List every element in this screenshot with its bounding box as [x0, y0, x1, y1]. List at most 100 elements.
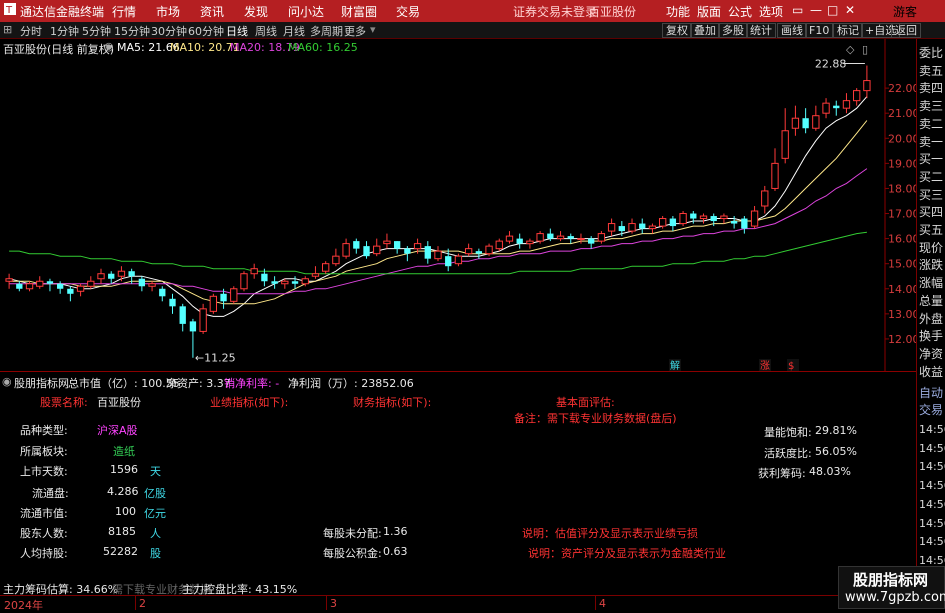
multi-stock-button[interactable]: 多股: [718, 23, 748, 38]
window-restore-icon[interactable]: —: [810, 3, 822, 17]
side-item[interactable]: 卖一: [919, 133, 943, 150]
side-item[interactable]: 涨幅: [919, 274, 943, 291]
mark-button[interactable]: 标记: [833, 23, 863, 38]
low-price-label: ←11.25: [195, 352, 236, 365]
tab-period-60m[interactable]: 60分钟: [188, 23, 224, 39]
side-item[interactable]: 换手: [919, 327, 943, 344]
tab-period-more[interactable]: 更多: [344, 23, 366, 39]
draw-line-button[interactable]: 画线: [777, 23, 807, 38]
candle-body: [230, 288, 238, 302]
tab-period-weekly[interactable]: 周线: [255, 23, 277, 39]
side-tab[interactable]: 自动: [919, 384, 943, 401]
side-item[interactable]: 外盘: [919, 310, 943, 327]
toolbar-collapse-icon[interactable]: ⊞: [3, 23, 12, 36]
watermark-url: www.7gpzb.com: [845, 590, 945, 605]
kline-chart[interactable]: 22.00 21.00 20.00 19.00 18.00 17.00 16.00 15.00…: [0, 39, 916, 371]
chart-settings-icon[interactable]: ◉: [104, 40, 114, 53]
side-tab[interactable]: 交易: [919, 401, 943, 418]
kline-chart-area[interactable]: 22.00 21.00 20.00 19.00 18.00 17.00 16.00 15.00…: [0, 39, 916, 371]
window-maximize-icon[interactable]: □: [827, 3, 838, 17]
time-tick: [595, 596, 596, 610]
side-item[interactable]: 总量: [919, 292, 943, 309]
back-button[interactable]: 返回: [891, 23, 921, 38]
chart-scale-icon[interactable]: ▯: [862, 43, 868, 56]
stats-button[interactable]: 统计: [746, 23, 776, 38]
fuquan-button[interactable]: 复权: [662, 23, 692, 38]
high-price-label: 22.88: [815, 58, 847, 71]
menu-news[interactable]: 资讯: [200, 3, 224, 20]
side-item[interactable]: 卖五: [919, 62, 943, 79]
menu-formula[interactable]: 公式: [728, 3, 752, 20]
mktcap-text: 总市值（亿）: 100.55: [68, 377, 180, 390]
tab-period-30m[interactable]: 30分钟: [151, 23, 187, 39]
side-item[interactable]: 买一: [919, 150, 943, 167]
candle-body: [750, 210, 759, 227]
candle-body: [261, 273, 268, 282]
tab-period-15m[interactable]: 15分钟: [114, 23, 150, 39]
side-item[interactable]: 买四: [919, 203, 943, 220]
tick-time: 14:56: [919, 516, 945, 530]
candle-body: [567, 236, 574, 239]
svg-text:T: T: [5, 5, 13, 16]
candle-body: [281, 280, 289, 285]
profit-chips-value: 48.03%: [809, 465, 851, 478]
candle-body: [220, 293, 227, 302]
side-item[interactable]: 卖二: [919, 115, 943, 132]
tab-period-multi[interactable]: 多周期: [310, 23, 343, 39]
listing-days-value: 1596: [110, 463, 138, 476]
candle-body: [301, 278, 309, 285]
guest-label[interactable]: 游客: [893, 3, 917, 20]
candle-body: [424, 246, 431, 259]
candle-body: [730, 221, 738, 224]
menu-trade[interactable]: 交易: [396, 3, 420, 20]
side-item[interactable]: 收益: [919, 363, 943, 380]
price-tick-label: 16.00: [888, 233, 916, 246]
tab-period-fenshi[interactable]: 分时: [20, 23, 42, 39]
tab-period-monthly[interactable]: 月线: [283, 23, 305, 39]
menu-market[interactable]: 市场: [156, 3, 180, 20]
candle-body: [710, 216, 717, 222]
chart-diamond-icon[interactable]: ◇: [846, 43, 854, 56]
f10-button[interactable]: F10: [805, 23, 834, 38]
candle-body: [353, 241, 360, 249]
menu-function[interactable]: 功能: [666, 3, 690, 20]
chart-header: 百亚股份(日线 前复权): [3, 43, 115, 56]
overlay-button[interactable]: 叠加: [690, 23, 720, 38]
side-item[interactable]: 净资: [919, 345, 943, 362]
price-tick-label: 22.00: [888, 82, 916, 95]
indicator-settings-icon[interactable]: ◉: [2, 375, 12, 388]
candle-body: [240, 273, 248, 290]
candle-body: [67, 288, 74, 294]
window-minimize-icon[interactable]: ▭: [792, 3, 803, 17]
menu-options[interactable]: 选项: [759, 3, 783, 20]
login-notice[interactable]: 证券交易未登录: [513, 3, 597, 20]
candle-body: [56, 283, 64, 289]
menu-hq[interactable]: 行情: [112, 3, 136, 20]
side-item[interactable]: 卖四: [919, 79, 943, 96]
side-item[interactable]: 卖三: [919, 97, 943, 114]
side-item[interactable]: 委比: [919, 44, 943, 61]
tab-period-5m[interactable]: 5分钟: [82, 23, 111, 39]
side-item[interactable]: 买二: [919, 168, 943, 185]
side-item[interactable]: 买五: [919, 221, 943, 238]
more-chevron-icon[interactable]: ▾: [370, 23, 376, 36]
avg-hold-value: 52282: [103, 545, 138, 558]
tab-period-daily[interactable]: 日线: [226, 23, 248, 39]
candle-body: [76, 285, 85, 292]
price-tick-label: 13.00: [888, 308, 916, 321]
time-label-year: 2024年: [4, 599, 43, 612]
side-item[interactable]: 现价: [919, 239, 943, 256]
candle-body: [588, 238, 595, 244]
side-item[interactable]: 涨跌: [919, 256, 943, 273]
menu-discover[interactable]: 发现: [244, 3, 268, 20]
candle-body: [322, 263, 330, 272]
side-item[interactable]: 买三: [919, 186, 943, 203]
candle-body: [699, 215, 708, 220]
menu-layout[interactable]: 版面: [697, 3, 721, 20]
note-text: 备注：需下载专业财务数据(盘后): [514, 412, 677, 425]
tab-period-1m[interactable]: 1分钟: [50, 23, 79, 39]
window-close-icon[interactable]: ✕: [845, 3, 855, 17]
candle-body: [159, 288, 166, 297]
menu-wealth[interactable]: 财富圈: [341, 3, 377, 20]
menu-ask[interactable]: 问小达: [288, 3, 324, 20]
